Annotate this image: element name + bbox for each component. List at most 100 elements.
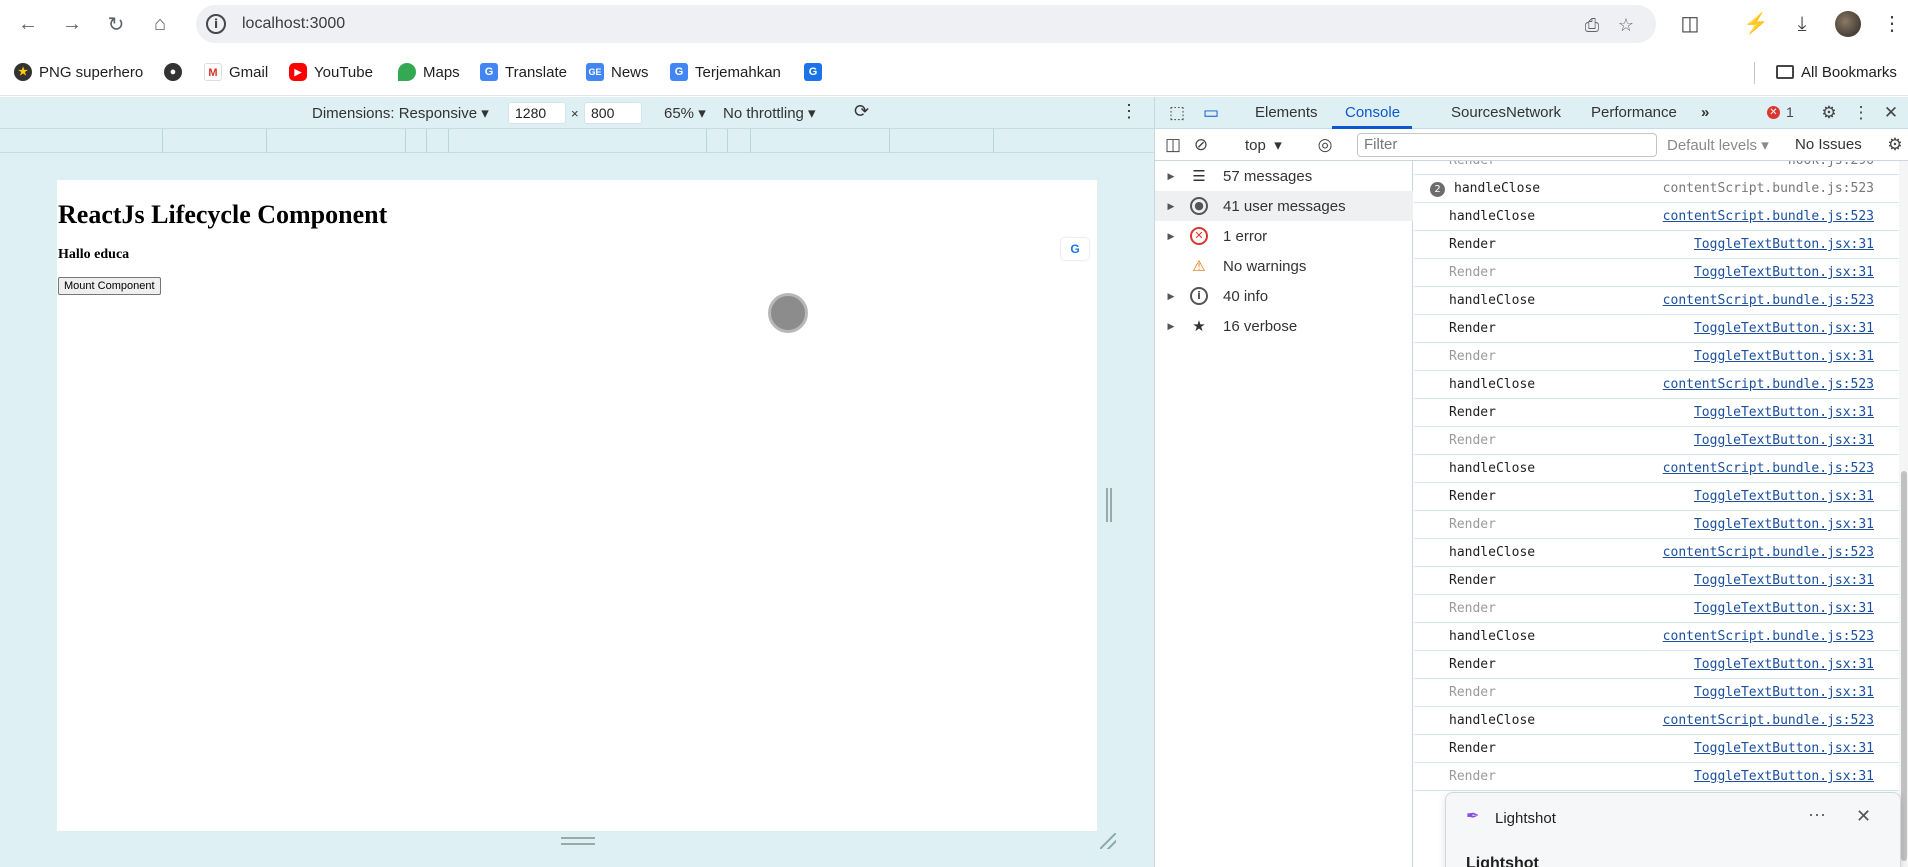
log-source-link[interactable]: ToggleTextButton.jsx:31: [1694, 405, 1874, 420]
console-log-row[interactable]: Render ToggleTextButton.jsx:31: [1414, 315, 1908, 343]
log-source-link[interactable]: ToggleTextButton.jsx:31: [1694, 517, 1874, 532]
devtools-settings-icon[interactable]: ⚙: [1817, 101, 1841, 125]
bookmark-translate[interactable]: G Translate: [480, 60, 567, 84]
console-log-row[interactable]: Render ToggleTextButton.jsx:31: [1414, 567, 1908, 595]
console-log-row[interactable]: Render ToggleTextButton.jsx:31: [1414, 735, 1908, 763]
browser-menu-icon[interactable]: ⋮: [1878, 10, 1906, 38]
home-icon[interactable]: ⌂: [144, 8, 176, 40]
console-log-row[interactable]: handleClose contentScript.bundle.js:523: [1414, 539, 1908, 567]
log-source-link[interactable]: ToggleTextButton.jsx:31: [1694, 573, 1874, 588]
live-expression-eye-icon[interactable]: ◎: [1313, 133, 1337, 157]
sidebar-item-user-messages[interactable]: ▶ ● 41 user messages: [1155, 191, 1413, 221]
site-info-icon[interactable]: i: [206, 14, 226, 34]
console-log-row[interactable]: handleClose contentScript.bundle.js:523: [1414, 203, 1908, 231]
dimensions-dropdown[interactable]: Dimensions: Responsive ▾: [312, 104, 489, 122]
bookmark-png-superhero[interactable]: ★ PNG superhero: [14, 60, 143, 84]
log-source-link[interactable]: contentScript.bundle.js:523: [1663, 713, 1874, 728]
log-source-link[interactable]: ToggleTextButton.jsx:31: [1694, 489, 1874, 504]
performance-icon[interactable]: ⚡: [1742, 10, 1770, 38]
log-source-link[interactable]: contentScript.bundle.js:523: [1663, 181, 1874, 196]
device-toggle-icon[interactable]: ▭: [1199, 101, 1223, 125]
viewport-resize-handle-right[interactable]: [1106, 488, 1112, 522]
expand-arrow-icon[interactable]: ▶: [1155, 291, 1187, 302]
expand-arrow-icon[interactable]: ▶: [1155, 231, 1187, 242]
console-log-row[interactable]: Render ToggleTextButton.jsx:31: [1414, 763, 1908, 791]
console-log-row[interactable]: Render hook.js:296: [1414, 161, 1908, 175]
all-bookmarks-folder[interactable]: All Bookmarks: [1776, 60, 1897, 84]
tab-console[interactable]: Console: [1345, 104, 1400, 121]
console-log-row[interactable]: 2 handleClose contentScript.bundle.js:523: [1414, 175, 1908, 203]
log-source-link[interactable]: contentScript.bundle.js:523: [1663, 209, 1874, 224]
inspect-element-icon[interactable]: ⬚: [1165, 101, 1189, 125]
bookmark-star-icon[interactable]: ☆: [1614, 13, 1638, 37]
log-source-link[interactable]: ToggleTextButton.jsx:31: [1694, 685, 1874, 700]
console-settings-icon[interactable]: ⚙: [1883, 133, 1907, 157]
context-selector[interactable]: top ▾: [1245, 136, 1282, 154]
log-source-link[interactable]: ToggleTextButton.jsx:31: [1694, 265, 1874, 280]
console-log-row[interactable]: Render ToggleTextButton.jsx:31: [1414, 651, 1908, 679]
sidebar-item-errors[interactable]: ▶ ✕ 1 error: [1155, 221, 1413, 251]
media-query-ruler[interactable]: [0, 129, 1154, 153]
forward-icon[interactable]: →: [56, 8, 88, 40]
log-source-link[interactable]: ToggleTextButton.jsx:31: [1694, 741, 1874, 756]
log-source-link[interactable]: contentScript.bundle.js:523: [1663, 461, 1874, 476]
console-log-row[interactable]: Render ToggleTextButton.jsx:31: [1414, 483, 1908, 511]
expand-arrow-icon[interactable]: ▶: [1155, 171, 1187, 182]
log-source-link[interactable]: contentScript.bundle.js:523: [1663, 545, 1874, 560]
url-text[interactable]: localhost:3000: [242, 15, 345, 33]
viewport-resize-handle-corner[interactable]: [1100, 833, 1116, 849]
tab-network[interactable]: Network: [1506, 104, 1561, 121]
log-source-link[interactable]: contentScript.bundle.js:523: [1663, 293, 1874, 308]
throttling-dropdown[interactable]: No throttling ▾: [723, 104, 816, 122]
log-source-link[interactable]: ToggleTextButton.jsx:31: [1694, 237, 1874, 252]
mount-component-button[interactable]: Mount Component: [58, 277, 161, 295]
console-log-row[interactable]: handleClose contentScript.bundle.js:523: [1414, 623, 1908, 651]
bookmark-news[interactable]: GE News: [586, 60, 649, 84]
console-log-row[interactable]: Render ToggleTextButton.jsx:31: [1414, 595, 1908, 623]
log-source-link[interactable]: ToggleTextButton.jsx:31: [1694, 349, 1874, 364]
sidebar-item-warnings[interactable]: ⚠ No warnings: [1155, 251, 1413, 281]
console-log-row[interactable]: handleClose contentScript.bundle.js:523: [1414, 287, 1908, 315]
bookmark-youtube[interactable]: ▶ YouTube: [289, 60, 373, 84]
sidebar-toggle-icon[interactable]: ◫: [1161, 133, 1185, 157]
log-source-link[interactable]: ToggleTextButton.jsx:31: [1694, 433, 1874, 448]
download-icon[interactable]: ⤓: [1788, 10, 1816, 38]
bookmark-globe[interactable]: ●: [164, 60, 189, 84]
console-log-row[interactable]: Render ToggleTextButton.jsx:31: [1414, 679, 1908, 707]
clear-console-icon[interactable]: ⊘: [1189, 133, 1213, 157]
address-bar[interactable]: i localhost:3000 ⎙ ☆: [196, 5, 1656, 43]
close-icon[interactable]: ✕: [1856, 806, 1871, 827]
more-tabs-icon[interactable]: »: [1701, 104, 1709, 121]
error-count-badge[interactable]: ✕ 1: [1767, 104, 1794, 120]
expand-arrow-icon[interactable]: ▶: [1155, 201, 1187, 212]
tab-elements[interactable]: Elements: [1255, 104, 1318, 121]
log-source-link[interactable]: ToggleTextButton.jsx:31: [1694, 657, 1874, 672]
reload-icon[interactable]: ↻: [100, 8, 132, 40]
extensions-icon[interactable]: ◫: [1676, 10, 1704, 38]
profile-avatar[interactable]: [1835, 11, 1861, 37]
console-log-row[interactable]: handleClose contentScript.bundle.js:523: [1414, 707, 1908, 735]
log-levels-dropdown[interactable]: Default levels ▾: [1667, 136, 1769, 154]
log-source-link[interactable]: contentScript.bundle.js:523: [1663, 629, 1874, 644]
install-app-icon[interactable]: ⎙: [1580, 13, 1604, 37]
sidebar-item-verbose[interactable]: ▶ ★ 16 verbose: [1155, 311, 1413, 341]
console-log-row[interactable]: Render ToggleTextButton.jsx:31: [1414, 231, 1908, 259]
viewport-resize-handle-bottom[interactable]: [561, 837, 595, 845]
bookmark-google-translate[interactable]: G: [804, 60, 829, 84]
expand-arrow-icon[interactable]: ▶: [1155, 321, 1187, 332]
log-source-link[interactable]: ToggleTextButton.jsx:31: [1694, 601, 1874, 616]
console-log-row[interactable]: Render ToggleTextButton.jsx:31: [1414, 259, 1908, 287]
console-log-row[interactable]: Render ToggleTextButton.jsx:31: [1414, 511, 1908, 539]
sidebar-item-messages[interactable]: ▶ ☰ 57 messages: [1155, 161, 1413, 191]
log-source-link[interactable]: contentScript.bundle.js:523: [1663, 377, 1874, 392]
bookmark-terjemahkan[interactable]: G Terjemahkan: [670, 60, 781, 84]
sidebar-item-info[interactable]: ▶ i 40 info: [1155, 281, 1413, 311]
log-source-link[interactable]: ToggleTextButton.jsx:31: [1694, 321, 1874, 336]
rotate-icon[interactable]: ⟳: [854, 101, 869, 122]
console-log-row[interactable]: Render ToggleTextButton.jsx:31: [1414, 399, 1908, 427]
devtools-menu-icon[interactable]: ⋮: [1849, 101, 1873, 125]
log-source-link[interactable]: ToggleTextButton.jsx:31: [1694, 769, 1874, 784]
more-options-icon[interactable]: ···: [1808, 804, 1826, 825]
console-log-row[interactable]: Render ToggleTextButton.jsx:31: [1414, 427, 1908, 455]
height-input[interactable]: 800: [584, 102, 642, 124]
